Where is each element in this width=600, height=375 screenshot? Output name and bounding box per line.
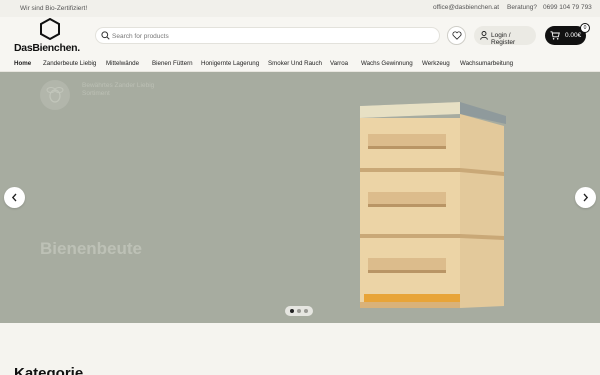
nav-item-smoker-und-rauch[interactable]: Smoker Und Rauch	[268, 60, 322, 67]
slider-dot[interactable]	[304, 309, 308, 313]
heart-icon	[452, 31, 462, 40]
contact-email-link[interactable]: office@dasbienchen.at	[433, 4, 499, 11]
nav-item-varroa[interactable]: Varroa	[330, 60, 348, 67]
slider-dot[interactable]	[297, 309, 301, 313]
slider-prev-button[interactable]	[4, 187, 25, 208]
nav-item-wachsumarbeitung[interactable]: Wachsumarbeitung	[460, 60, 513, 67]
cart-button[interactable]: 0.00€ 0	[545, 23, 590, 45]
site-header: DasBienchen. Login / Register 0.00€ 0	[0, 17, 600, 57]
hero-slider: Bewährtes Zander Liebig Sortiment Bienen…	[0, 72, 600, 323]
slider-dot[interactable]	[290, 309, 294, 313]
nav-item-bienen-fuettern[interactable]: Bienen Füttern	[152, 60, 193, 67]
nav-item-zanderbeute-liebig[interactable]: Zanderbeute Liebig	[43, 60, 96, 67]
chevron-left-icon	[11, 193, 17, 202]
cart-total: 0.00€	[565, 32, 582, 39]
top-bar: Wir sind Bio-Zertifiziert! office@dasbie…	[0, 0, 600, 17]
nav-item-honigernte-lagerung[interactable]: Honigernte Lagerung	[201, 60, 259, 67]
logo-text: DasBienchen.	[14, 42, 80, 54]
hero-heading: Bienenbeute	[40, 239, 143, 258]
main-navigation: Home Zanderbeute Liebig Mittelwände Bien…	[0, 57, 600, 72]
login-label: Login / Register	[491, 32, 516, 46]
cart-count-badge: 0	[580, 23, 590, 33]
cart-icon	[550, 31, 560, 40]
beehive-image	[360, 102, 506, 308]
search-bar[interactable]	[95, 27, 440, 44]
nav-item-werkzeug[interactable]: Werkzeug	[422, 60, 450, 67]
nav-item-mittelwaende[interactable]: Mittelwände	[106, 60, 139, 67]
nav-item-wachs-gewinnung[interactable]: Wachs Gewinnung	[361, 60, 413, 67]
consult-label: Beratung?	[507, 4, 537, 11]
contact-phone-link[interactable]: 0699 104 79 793	[543, 4, 592, 11]
nav-item-home[interactable]: Home	[14, 60, 31, 67]
category-section: Kategorie	[0, 323, 600, 375]
user-icon	[480, 31, 488, 40]
search-input[interactable]	[112, 30, 412, 42]
slider-next-button[interactable]	[575, 187, 596, 208]
section-title: Kategorie	[14, 365, 84, 375]
hexagon-logo-icon	[40, 18, 60, 40]
slider-pagination	[285, 306, 313, 316]
search-icon	[101, 31, 110, 40]
wishlist-button[interactable]	[447, 26, 466, 45]
bee-watermark-icon	[40, 80, 70, 110]
hero-tagline: Bewährtes Zander Liebig Sortiment	[82, 82, 155, 97]
certified-notice: Wir sind Bio-Zertifiziert!	[20, 5, 88, 12]
chevron-right-icon	[583, 193, 589, 202]
site-logo[interactable]: DasBienchen.	[14, 18, 94, 56]
login-register-button[interactable]: Login / Register	[474, 26, 536, 46]
